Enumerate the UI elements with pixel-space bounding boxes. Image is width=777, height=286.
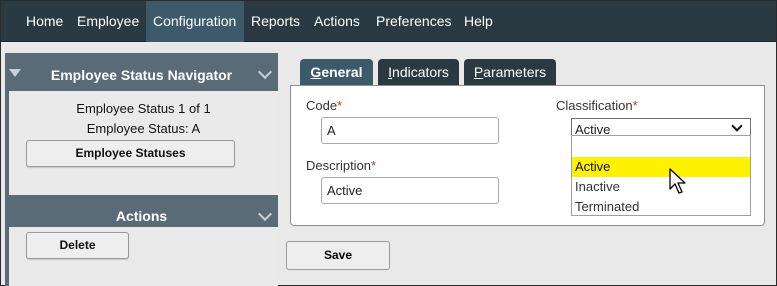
- description-label: Description*: [306, 158, 376, 173]
- menu-item-configuration[interactable]: Configuration: [146, 1, 244, 42]
- menu-item-employee[interactable]: Employee: [70, 1, 146, 42]
- navigator-panel-body: Employee Status 1 of 1 Employee Status: …: [9, 91, 278, 195]
- sidebar: Employee Status Navigator Employee Statu…: [5, 53, 278, 286]
- actions-panel-body: Delete: [9, 227, 278, 286]
- chevron-down-icon[interactable]: [257, 64, 273, 80]
- chevron-down-icon: [731, 120, 743, 132]
- navigator-title: Employee Status Navigator: [50, 67, 233, 83]
- actions-panel-title: Actions: [115, 208, 168, 224]
- tab-indicators[interactable]: Indicators: [378, 59, 459, 85]
- status-count: Employee Status 1 of 1: [76, 101, 211, 116]
- employee-statuses-button[interactable]: Employee Statuses: [26, 140, 235, 167]
- description-label-text: Description: [306, 158, 372, 173]
- classification-label: Classification*: [556, 98, 638, 113]
- menu-item-actions[interactable]: Actions: [307, 1, 367, 42]
- required-marker: *: [371, 158, 377, 173]
- tab-parameters-label: arameters: [483, 64, 547, 80]
- tab-general-label: eneral: [321, 64, 363, 80]
- option-inactive[interactable]: Inactive: [572, 177, 750, 197]
- menu-item-home[interactable]: Home: [19, 1, 70, 42]
- code-label-text: Code: [306, 98, 338, 113]
- triangle-down-icon[interactable]: [9, 69, 21, 77]
- delete-button[interactable]: Delete: [26, 232, 129, 259]
- top-menu-bar: Home Employee Configuration Reports Acti…: [1, 1, 776, 42]
- code-label: Code*: [306, 98, 342, 113]
- mouse-pointer-icon: [669, 168, 686, 194]
- tab-parameters-mnemonic: P: [473, 64, 484, 80]
- option-active[interactable]: Active: [572, 157, 750, 177]
- save-button[interactable]: Save: [286, 241, 390, 270]
- tab-indicators-label: ndicators: [392, 64, 449, 80]
- status-current: Employee Status: A: [86, 121, 201, 136]
- menu-item-reports[interactable]: Reports: [244, 1, 307, 42]
- menu-item-help[interactable]: Help: [457, 1, 500, 42]
- classification-label-text: Classification: [556, 98, 633, 113]
- menu-item-preferences[interactable]: Preferences: [369, 1, 458, 42]
- tab-general-mnemonic: G: [310, 64, 322, 80]
- required-marker: *: [337, 98, 343, 113]
- tab-general[interactable]: General: [300, 59, 373, 85]
- classification-dropdown-list: Active Inactive Terminated: [571, 135, 751, 216]
- option-terminated[interactable]: Terminated: [572, 197, 750, 217]
- description-input[interactable]: Active: [321, 177, 499, 204]
- tab-parameters[interactable]: Parameters: [464, 59, 556, 85]
- required-marker: *: [632, 98, 638, 113]
- code-input[interactable]: A: [321, 117, 499, 144]
